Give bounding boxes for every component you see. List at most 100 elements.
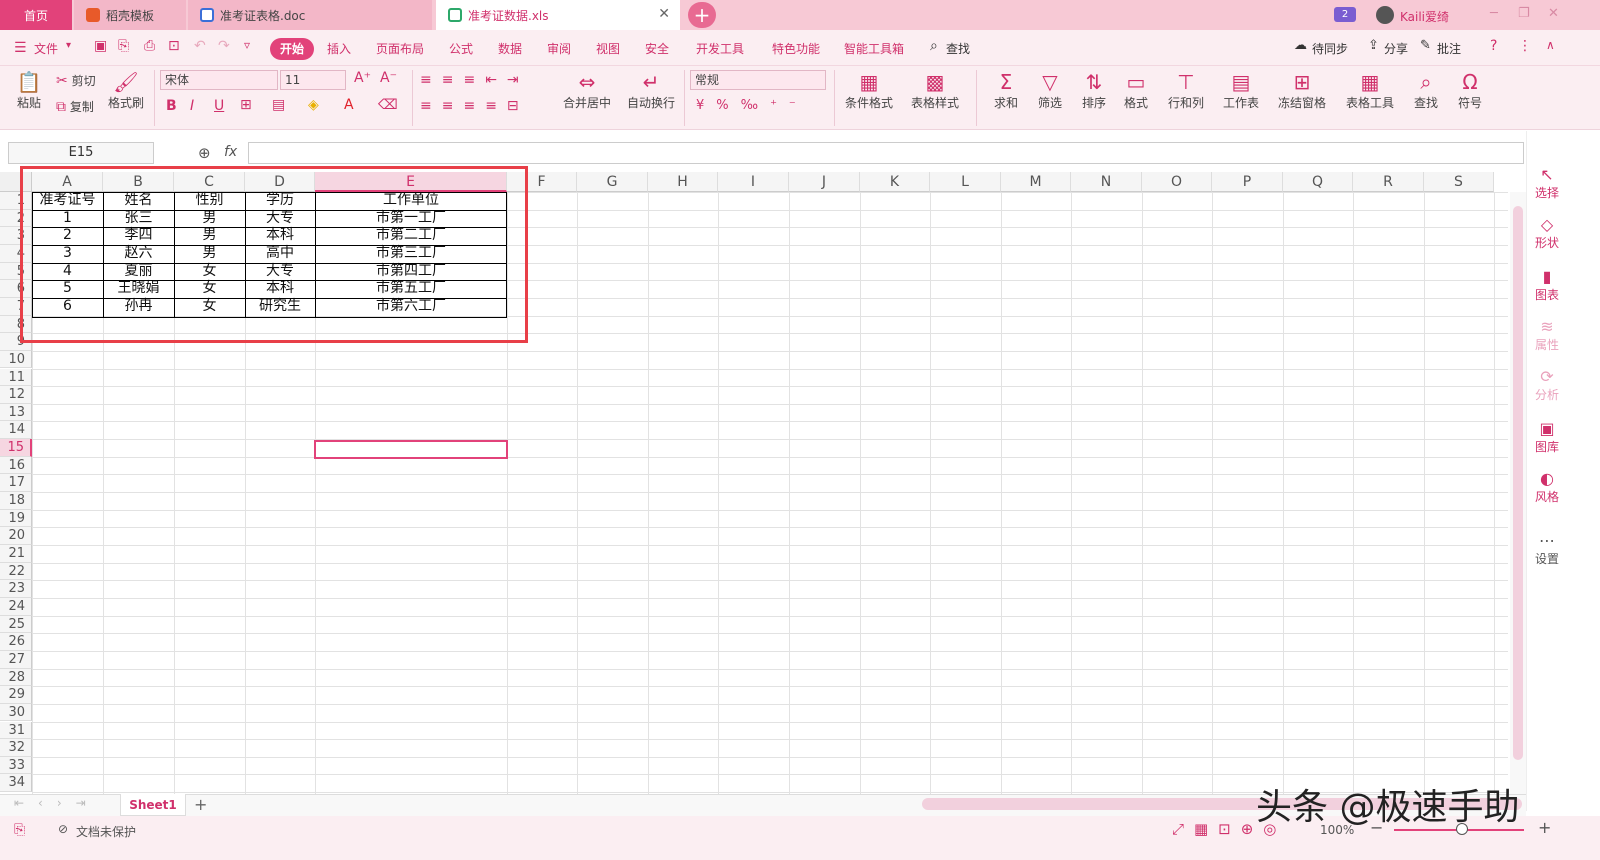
right-panel-item[interactable]: ◇ 形状 [1530, 216, 1564, 251]
clear-icon[interactable]: ⌫ [378, 97, 398, 113]
font-size-select[interactable]: 11 [280, 70, 346, 90]
print-icon[interactable]: ⎙ [144, 38, 155, 54]
avatar[interactable] [1376, 6, 1394, 24]
print-preview-icon[interactable]: ⊡ [168, 38, 180, 54]
row-header-23[interactable]: 23 [0, 580, 32, 598]
row-header-30[interactable]: 30 [0, 703, 32, 722]
row-header-32[interactable]: 32 [0, 739, 32, 757]
column-header-p[interactable]: P [1212, 172, 1283, 192]
menu-insert[interactable]: 插入 [327, 40, 351, 57]
menu-find[interactable]: 查找 [946, 40, 970, 57]
tab-home[interactable]: 首页 [0, 0, 72, 30]
menu-security[interactable]: 安全 [645, 40, 669, 57]
row-header-26[interactable]: 26 [0, 633, 32, 651]
row-header-20[interactable]: 20 [0, 527, 32, 545]
row-header-11[interactable]: 11 [0, 368, 32, 387]
increase-font-icon[interactable]: A⁺ [354, 70, 371, 86]
menu-data[interactable]: 数据 [498, 40, 522, 57]
border-icon[interactable]: ⊞ [240, 97, 252, 113]
row-header-31[interactable]: 31 [0, 721, 32, 740]
macro-icon[interactable]: ⎘ [14, 822, 25, 838]
row-header-28[interactable]: 28 [0, 668, 32, 687]
menu-review[interactable]: 审阅 [547, 40, 571, 57]
redo-icon[interactable]: ↷ [218, 38, 230, 54]
row-header-22[interactable]: 22 [0, 562, 32, 581]
number-format-select[interactable]: 常规 [690, 70, 826, 90]
row-header-33[interactable]: 33 [0, 756, 32, 775]
bold-button[interactable]: B [166, 98, 177, 114]
add-tab-button[interactable]: + [688, 2, 716, 28]
paste-button[interactable]: 📋 粘贴 [10, 70, 48, 111]
customize-icon[interactable]: ▿ [244, 38, 250, 52]
worksheet-button[interactable]: ▤ 工作表 [1218, 70, 1264, 111]
sheet-nav-icons[interactable]: ⇤‹›⇥ [14, 796, 100, 810]
tab-xls-file[interactable]: 准考证数据.xls ✕ [436, 0, 680, 30]
column-header-n[interactable]: N [1071, 172, 1142, 192]
right-panel-item[interactable]: ↖ 选择 [1530, 166, 1564, 201]
undo-icon[interactable]: ↶ [194, 38, 206, 54]
minimize-icon[interactable]: ─ [1490, 6, 1498, 21]
export-icon[interactable]: ⎘ [118, 38, 129, 54]
sort-button[interactable]: ⇅ 排序 [1076, 70, 1112, 111]
cut-button[interactable]: ✂ 剪切 [56, 72, 96, 89]
row-header-29[interactable]: 29 [0, 686, 32, 704]
table-style-button[interactable]: ▩ 表格样式 [906, 70, 964, 111]
formula-input[interactable] [248, 142, 1524, 164]
horizontal-align-icons[interactable]: ≡≡≡≡⊟ [420, 98, 529, 114]
document-protection-status[interactable]: 文档未保护 [76, 823, 136, 840]
cell-style-icon[interactable]: ▤ [272, 97, 285, 113]
right-panel-item[interactable]: ▮ 图表 [1530, 268, 1564, 303]
column-header-j[interactable]: J [789, 172, 860, 192]
row-header-14[interactable]: 14 [0, 421, 32, 440]
row-header-24[interactable]: 24 [0, 597, 32, 616]
column-header-l[interactable]: L [930, 172, 1001, 192]
row-column-button[interactable]: ⊤ 行和列 [1162, 70, 1210, 111]
column-header-k[interactable]: K [860, 172, 930, 192]
tab-daoke-template[interactable]: 稻壳模板 [74, 0, 186, 30]
close-window-icon[interactable]: ✕ [1548, 6, 1559, 21]
row-header-21[interactable]: 21 [0, 545, 32, 563]
column-header-h[interactable]: H [648, 172, 718, 192]
fill-color-icon[interactable]: ◈ [308, 97, 319, 113]
vertical-align-icons[interactable]: ≡≡≡⇤⇥ [420, 72, 529, 88]
row-header-27[interactable]: 27 [0, 650, 32, 669]
column-header-g[interactable]: G [577, 172, 648, 192]
menu-file[interactable]: 文件 [34, 40, 58, 57]
fx-icon[interactable]: fx [224, 144, 237, 160]
row-header-17[interactable]: 17 [0, 474, 32, 493]
row-header-15[interactable]: 15 [0, 439, 32, 457]
column-header-i[interactable]: I [718, 172, 789, 192]
name-box[interactable]: E15 [8, 142, 154, 164]
menu-formula[interactable]: 公式 [449, 40, 473, 57]
more-icon[interactable]: ⋮ [1518, 38, 1532, 54]
merge-center-button[interactable]: ⇔ 合并居中 [556, 70, 618, 111]
column-header-m[interactable]: M [1001, 172, 1071, 192]
number-format-icons[interactable]: ¥%‰⁺⁻ [696, 98, 808, 113]
row-header-10[interactable]: 10 [0, 350, 32, 369]
menu-special[interactable]: 特色功能 [772, 40, 820, 57]
right-panel-item[interactable]: ▣ 图库 [1530, 420, 1564, 455]
row-header-34[interactable]: 34 [0, 774, 32, 793]
font-color-icon[interactable]: A [344, 97, 354, 113]
save-icon[interactable]: ▣ [94, 38, 107, 54]
menu-smart-toolbox[interactable]: 智能工具箱 [844, 40, 904, 57]
menu-view[interactable]: 视图 [596, 40, 620, 57]
column-header-o[interactable]: O [1142, 172, 1212, 192]
symbol-button[interactable]: Ω 符号 [1450, 70, 1490, 111]
row-header-25[interactable]: 25 [0, 615, 32, 634]
tab-doc-file[interactable]: 准考证表格.doc [188, 0, 432, 30]
notification-badge[interactable]: 2 [1334, 7, 1356, 22]
right-panel-item[interactable]: ⋯ 设置 [1530, 532, 1564, 567]
italic-button[interactable]: I [190, 98, 194, 114]
help-icon[interactable]: ? [1490, 38, 1497, 54]
row-header-13[interactable]: 13 [0, 403, 32, 422]
right-panel-item[interactable]: ≋ 属性 [1530, 318, 1564, 353]
collapse-ribbon-icon[interactable]: ∧ [1546, 38, 1555, 52]
zoom-formula-icon[interactable]: ⊕ [198, 144, 211, 162]
right-panel-item[interactable]: ⟳ 分析 [1530, 368, 1564, 403]
column-header-q[interactable]: Q [1283, 172, 1353, 192]
menu-page-layout[interactable]: 页面布局 [376, 40, 424, 57]
selected-cell-e15[interactable] [314, 440, 508, 459]
column-header-r[interactable]: R [1353, 172, 1424, 192]
share-button[interactable]: 分享 [1384, 40, 1408, 57]
